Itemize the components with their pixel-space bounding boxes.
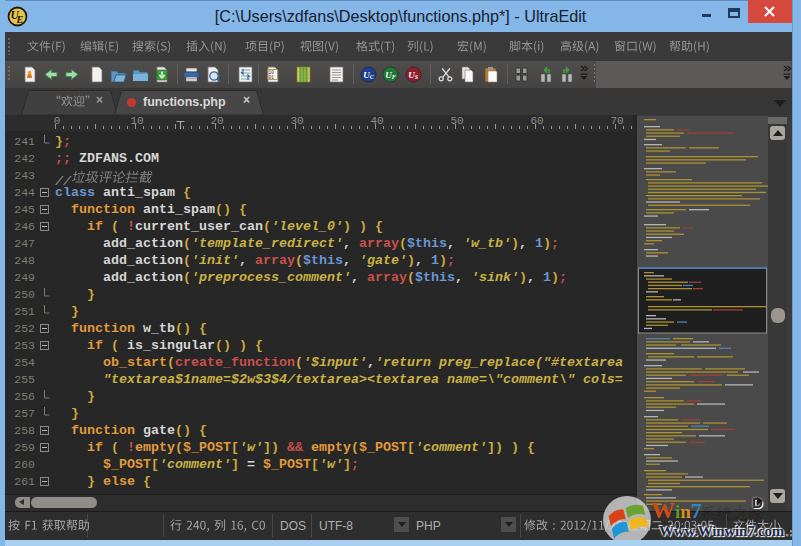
svg-text:01: 01 (269, 75, 275, 80)
